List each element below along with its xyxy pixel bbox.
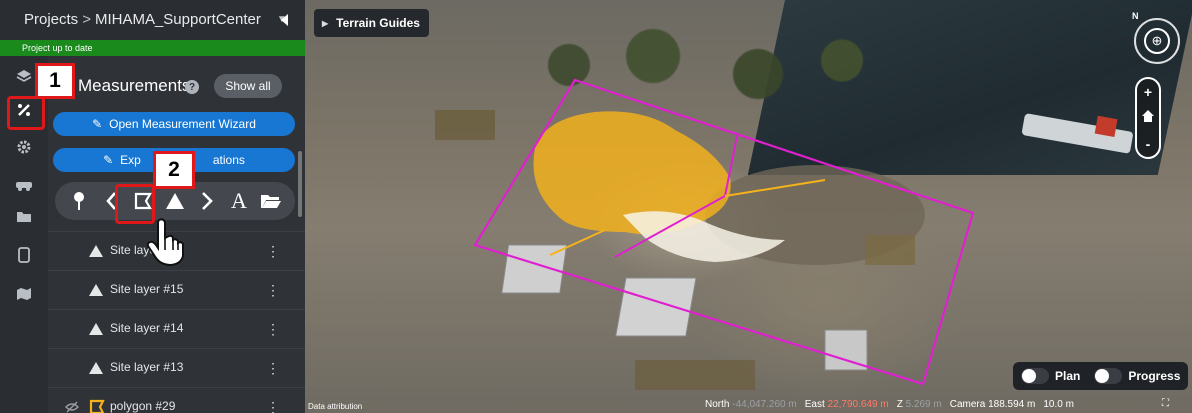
- pencil-icon: ✎: [92, 117, 103, 131]
- project-status-bar: Project up to date: [0, 40, 305, 56]
- camera-height: Camera 188.594 m: [949, 399, 1036, 410]
- more-options-icon[interactable]: ⋮: [266, 359, 280, 377]
- site-layer-triangle-icon: [89, 323, 103, 335]
- plan-progress-toggles: Plan Progress: [1013, 362, 1188, 390]
- more-options-icon[interactable]: ⋮: [266, 320, 280, 338]
- crosshair-icon: ⊕: [1144, 28, 1170, 54]
- project-header: Projects > MIHAMA_SupportCenter ▼: [0, 0, 305, 40]
- pencil-icon: ✎: [103, 153, 114, 167]
- vehicle-cluster: [635, 360, 755, 390]
- breadcrumb-projects-link[interactable]: Projects: [24, 11, 78, 28]
- project-name[interactable]: MIHAMA_SupportCenter: [95, 11, 261, 28]
- left-rail: [0, 0, 48, 413]
- toggle-knob: [1022, 369, 1036, 383]
- vehicle-cluster: [435, 110, 495, 140]
- arrow-icon[interactable]: [196, 189, 218, 213]
- warehouse-building: [615, 277, 697, 337]
- app-window: Projects > MIHAMA_SupportCenter ▼ Projec…: [0, 0, 1192, 413]
- more-options-icon[interactable]: ⋮: [266, 242, 280, 260]
- point-pin-icon[interactable]: [68, 189, 90, 213]
- site-layer-triangle-icon: [89, 245, 103, 257]
- layers-icon[interactable]: [12, 64, 36, 88]
- coordinate-readout: North -44,047.260 m East 22,790.649 m Z …: [705, 399, 1074, 413]
- ship-bridge: [1094, 115, 1118, 137]
- home-icon[interactable]: [1141, 109, 1155, 126]
- vehicle-icon[interactable]: [12, 173, 36, 197]
- show-all-button[interactable]: Show all: [214, 74, 282, 98]
- compass-control[interactable]: N ⊕: [1132, 11, 1180, 64]
- list-item[interactable]: polygon #29 ⋮: [48, 387, 305, 413]
- text-annotation-icon[interactable]: A: [228, 188, 250, 213]
- vehicle-cluster: [865, 235, 915, 265]
- z-coord: Z 5.269 m: [896, 399, 942, 410]
- more-options-icon[interactable]: ⋮: [266, 398, 280, 413]
- more-options-icon[interactable]: ⋮: [266, 281, 280, 299]
- list-item[interactable]: Site layer #14 ⋮: [48, 309, 305, 348]
- mobile-device-icon[interactable]: [12, 243, 36, 267]
- terrain-guides-label: Terrain Guides: [336, 16, 420, 30]
- hand-pointer-icon: [146, 218, 184, 267]
- list-item[interactable]: Site layer #15 ⋮: [48, 270, 305, 309]
- progress-toggle-switch[interactable]: [1094, 368, 1123, 384]
- export-label-suffix: ations: [212, 153, 245, 167]
- panel-title: Measurements: [78, 76, 191, 95]
- fullscreen-icon[interactable]: ⛶: [1162, 398, 1169, 409]
- scale-bar: 10.0 m: [1043, 399, 1074, 410]
- expand-triangle-icon: ▶: [322, 18, 329, 28]
- east-coord: East 22,790.649 m: [804, 399, 889, 410]
- layer-label: Site layer #13: [110, 360, 184, 374]
- layer-label: polygon #29: [110, 399, 176, 413]
- export-label-prefix: Exp: [120, 153, 141, 167]
- site-layer-triangle-icon: [89, 284, 103, 296]
- open-folder-icon[interactable]: [260, 189, 282, 213]
- layer-label: Site layer #14: [110, 321, 184, 335]
- plan-toggle-switch[interactable]: [1021, 368, 1049, 384]
- measurements-tool-highlight: [7, 96, 45, 130]
- hidden-eye-icon[interactable]: [65, 400, 79, 413]
- polygon-icon: [89, 399, 105, 413]
- volume-triangle-icon[interactable]: [164, 189, 186, 213]
- progress-toggle-label: Progress: [1128, 369, 1181, 383]
- open-wizard-label: Open Measurement Wizard: [109, 117, 256, 131]
- callout-step-2: 2: [153, 151, 195, 189]
- data-attribution-link[interactable]: Data attribution: [308, 402, 362, 411]
- list-item[interactable]: Site layer #13 ⋮: [48, 348, 305, 387]
- collapse-panel-icon[interactable]: [278, 12, 292, 28]
- terrain-guides-toggle[interactable]: ▶ Terrain Guides: [314, 9, 429, 37]
- settings-gear-icon[interactable]: [12, 135, 36, 159]
- site-overlay: [435, 78, 1133, 390]
- toggle-knob: [1095, 369, 1110, 383]
- zoom-control: + -: [1135, 77, 1161, 159]
- breadcrumb-separator: >: [82, 11, 91, 28]
- callout-step-1: 1: [35, 63, 75, 99]
- measurement-line: [549, 229, 606, 256]
- breadcrumb: Projects > MIHAMA_SupportCenter ▼: [24, 11, 287, 28]
- zoom-out-button[interactable]: -: [1146, 136, 1151, 152]
- map-icon[interactable]: [12, 282, 36, 306]
- zoom-in-button[interactable]: +: [1144, 84, 1152, 100]
- open-measurement-wizard-button[interactable]: ✎ Open Measurement Wizard: [53, 112, 295, 136]
- compass-north-label: N: [1132, 11, 1139, 21]
- map-viewport[interactable]: ▶ Terrain Guides N ⊕ + - Plan Progress D…: [305, 0, 1192, 413]
- folder-icon[interactable]: [12, 205, 36, 229]
- panel-scrollbar[interactable]: [298, 151, 302, 217]
- help-icon[interactable]: ?: [185, 80, 199, 94]
- north-coord: North -44,047.260 m: [705, 399, 797, 410]
- layer-label: Site layer #15: [110, 282, 184, 296]
- plan-toggle-label: Plan: [1055, 369, 1081, 383]
- site-layer-triangle-icon: [89, 362, 103, 374]
